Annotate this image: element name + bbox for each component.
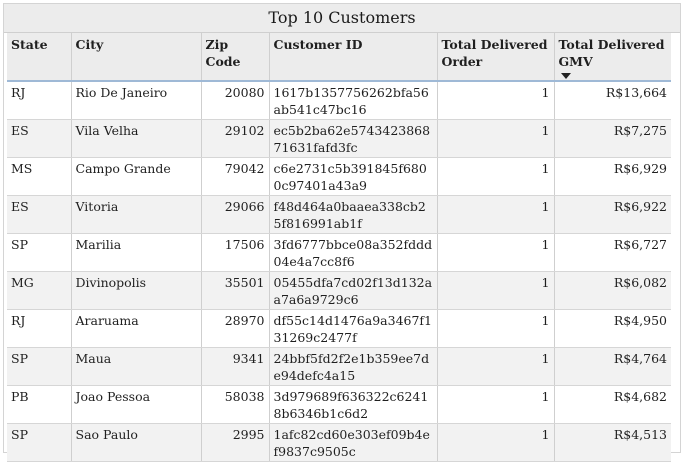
cell-zip-code: 29066 bbox=[201, 195, 270, 234]
top-customers-visual: Top 10 Customers State City Zip Code Cus… bbox=[3, 3, 681, 462]
cell-state: RJ bbox=[7, 309, 72, 348]
cell-total-delivered-gmv: R$6,727 bbox=[554, 233, 671, 272]
cell-zip-code: 58038 bbox=[201, 385, 270, 424]
cell-state: PB bbox=[7, 385, 72, 424]
vertical-scrollbar[interactable] bbox=[671, 34, 679, 450]
table-row[interactable]: RJ Araruama 28970 df55c14d1476a9a3467f13126… bbox=[7, 309, 671, 348]
table-header-row: State City Zip Code Customer ID Total De… bbox=[7, 33, 671, 82]
cell-customer-id: 1617b1357756262bfa56ab541c47bc16 bbox=[269, 81, 438, 120]
cell-city: Vila Velha bbox=[71, 119, 202, 158]
cell-customer-id: c6e2731c5b391845f6800c97401a43a9 bbox=[269, 157, 438, 196]
column-header-total-delivered-order[interactable]: Total Delivered Order bbox=[437, 33, 555, 82]
cell-total-delivered-gmv: R$6,922 bbox=[554, 195, 671, 234]
cell-total-delivered-order: 1 bbox=[437, 81, 555, 120]
column-header-customer-id[interactable]: Customer ID bbox=[269, 33, 438, 82]
cell-total-delivered-gmv: R$4,950 bbox=[554, 309, 671, 348]
cell-total-delivered-order: 1 bbox=[437, 157, 555, 196]
cell-zip-code: 29102 bbox=[201, 119, 270, 158]
cell-state: MS bbox=[7, 157, 72, 196]
cell-state: SP bbox=[7, 347, 72, 386]
cell-state: ES bbox=[7, 195, 72, 234]
cell-city: Araruama bbox=[71, 309, 202, 348]
cell-customer-id: f48d464a0baaea338cb25f816991ab1f bbox=[269, 195, 438, 234]
cell-zip-code: 20080 bbox=[201, 81, 270, 120]
table-row[interactable]: ES Vila Velha 29102 ec5b2ba62e5743423868716… bbox=[7, 119, 671, 158]
cell-city: Rio De Janeiro bbox=[71, 81, 202, 120]
cell-total-delivered-gmv: R$7,275 bbox=[554, 119, 671, 158]
column-header-state[interactable]: State bbox=[7, 33, 72, 82]
cell-customer-id: 3fd6777bbce08a352fddd04e4a7cc8f6 bbox=[269, 233, 438, 272]
cell-customer-id: 3d979689f636322c62418b6346b1c6d2 bbox=[269, 385, 438, 424]
cell-customer-id: 05455dfa7cd02f13d132aa7a6a9729c6 bbox=[269, 271, 438, 310]
cell-total-delivered-gmv: R$4,764 bbox=[554, 347, 671, 386]
table-row[interactable]: SP Marilia 17506 3fd6777bbce08a352fddd04e4a… bbox=[7, 233, 671, 272]
cell-zip-code: 9341 bbox=[201, 347, 270, 386]
table-row[interactable]: ES Vitoria 29066 f48d464a0baaea338cb25f8169… bbox=[7, 195, 671, 234]
cell-total-delivered-order: 1 bbox=[437, 195, 555, 234]
column-header-gmv-label: Total Delivered GMV bbox=[558, 37, 665, 69]
cell-total-delivered-gmv: R$13,664 bbox=[554, 81, 671, 120]
cell-total-delivered-order: 1 bbox=[437, 271, 555, 310]
cell-total-delivered-gmv: R$4,682 bbox=[554, 385, 671, 424]
cell-state: MG bbox=[7, 271, 72, 310]
cell-total-delivered-gmv: R$6,082 bbox=[554, 271, 671, 310]
table-row[interactable]: MG Divinopolis 35501 05455dfa7cd02f13d132aa… bbox=[7, 271, 671, 310]
cell-customer-id: 24bbf5fd2f2e1b359ee7de94defc4a15 bbox=[269, 347, 438, 386]
customers-table: State City Zip Code Customer ID Total De… bbox=[7, 33, 671, 462]
cell-city: Vitoria bbox=[71, 195, 202, 234]
cell-city: Joao Pessoa bbox=[71, 385, 202, 424]
cell-customer-id: df55c14d1476a9a3467f131269c2477f bbox=[269, 309, 438, 348]
table-row[interactable]: RJ Rio De Janeiro 20080 1617b1357756262bfa5… bbox=[7, 81, 671, 120]
cell-total-delivered-order: 1 bbox=[437, 309, 555, 348]
cell-state: ES bbox=[7, 119, 72, 158]
cell-zip-code: 28970 bbox=[201, 309, 270, 348]
cell-city: Divinopolis bbox=[71, 271, 202, 310]
cell-state: RJ bbox=[7, 81, 72, 120]
cell-zip-code: 79042 bbox=[201, 157, 270, 196]
table-row[interactable]: PB Joao Pessoa 58038 3d979689f636322c62418b… bbox=[7, 385, 671, 424]
cell-total-delivered-gmv: R$6,929 bbox=[554, 157, 671, 196]
column-header-city[interactable]: City bbox=[71, 33, 202, 82]
cell-total-delivered-order: 1 bbox=[437, 347, 555, 386]
cell-total-delivered-order: 1 bbox=[437, 385, 555, 424]
cell-city: Campo Grande bbox=[71, 157, 202, 196]
table-row[interactable]: SP Maua 9341 24bbf5fd2f2e1b359ee7de94defc4a… bbox=[7, 347, 671, 386]
visual-title: Top 10 Customers bbox=[4, 4, 680, 33]
column-header-total-delivered-gmv[interactable]: Total Delivered GMV bbox=[554, 33, 671, 82]
cell-total-delivered-order: 1 bbox=[437, 233, 555, 272]
table-row[interactable]: MS Campo Grande 79042 c6e2731c5b391845f6800… bbox=[7, 157, 671, 196]
cell-zip-code: 35501 bbox=[201, 271, 270, 310]
cell-total-delivered-order: 1 bbox=[437, 119, 555, 158]
cell-state: SP bbox=[7, 233, 72, 272]
sort-descending-icon bbox=[560, 73, 571, 79]
cell-customer-id: ec5b2ba62e574342386871631fafd3fc bbox=[269, 119, 438, 158]
cell-zip-code: 17506 bbox=[201, 233, 270, 272]
cell-city: Marilia bbox=[71, 233, 202, 272]
column-header-zip-code[interactable]: Zip Code bbox=[201, 33, 270, 82]
cell-city: Maua bbox=[71, 347, 202, 386]
